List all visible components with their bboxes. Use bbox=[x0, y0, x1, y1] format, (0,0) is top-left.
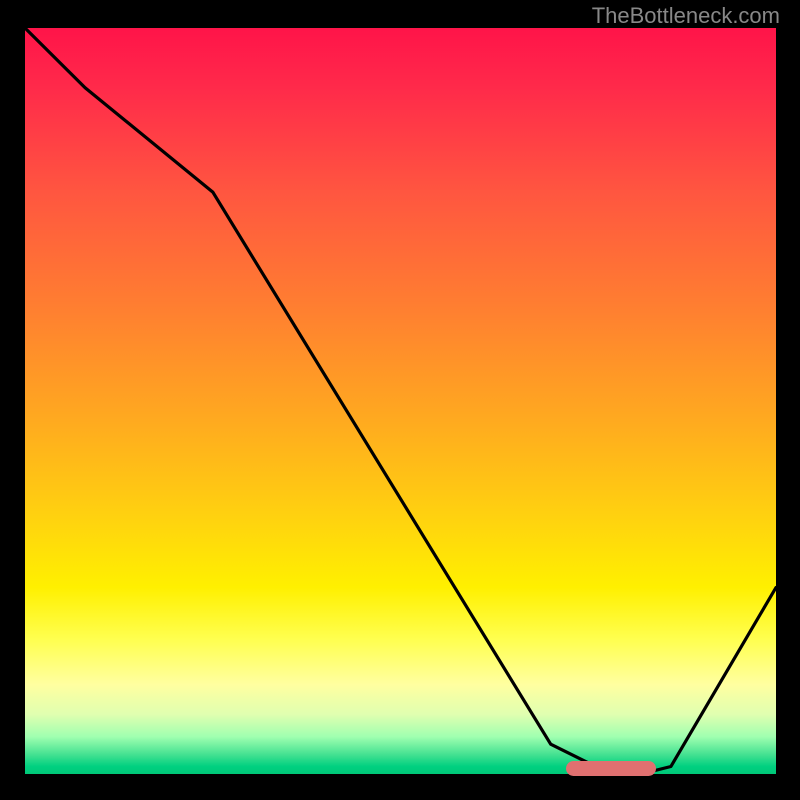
attribution-text: TheBottleneck.com bbox=[592, 3, 780, 29]
optimal-range-marker bbox=[566, 761, 656, 776]
plot-area bbox=[25, 28, 776, 774]
bottleneck-curve bbox=[25, 28, 776, 774]
curve-layer bbox=[25, 28, 776, 774]
